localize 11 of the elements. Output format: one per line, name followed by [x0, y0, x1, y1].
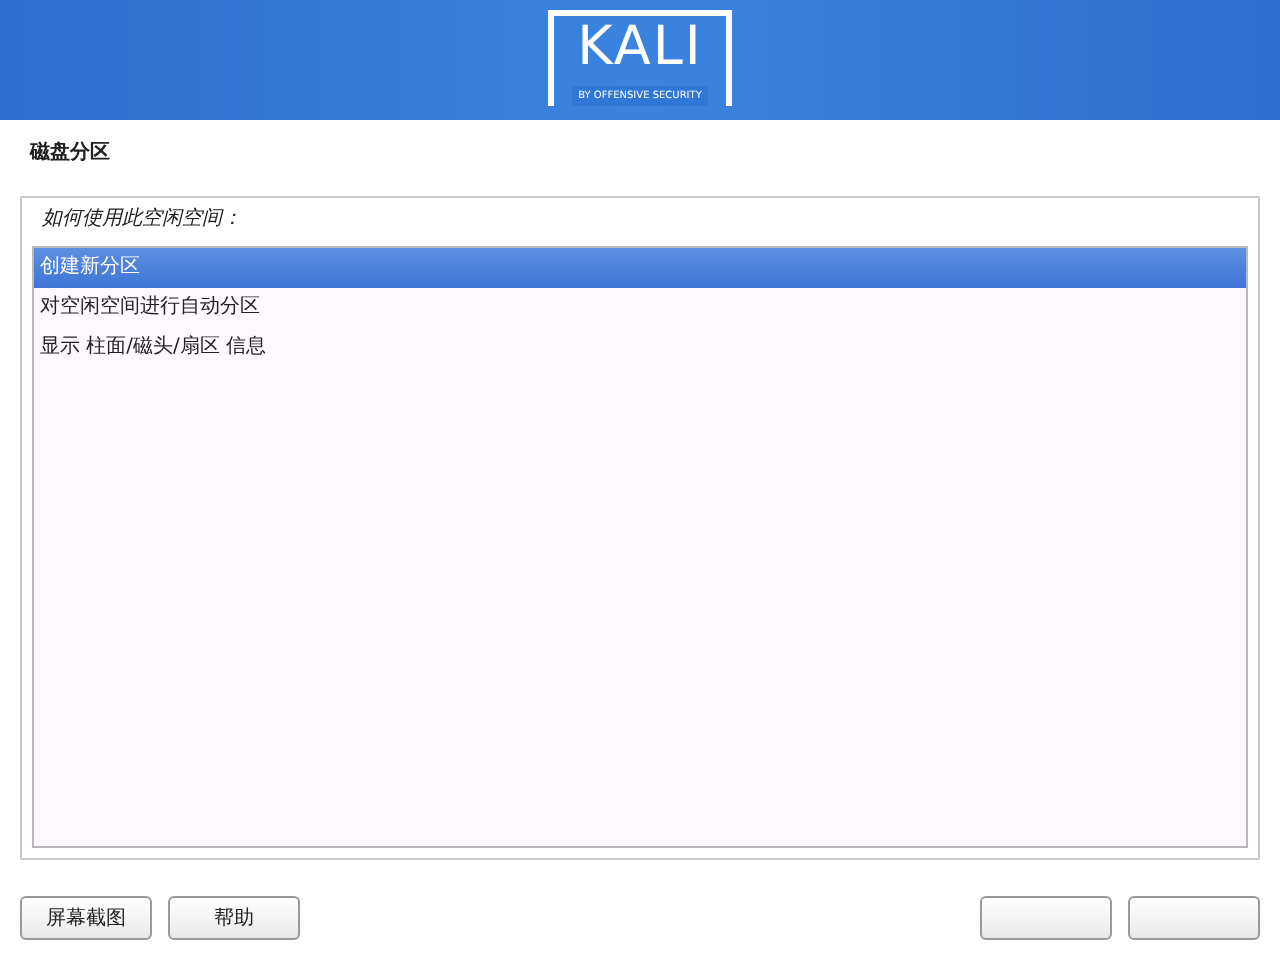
page-title: 磁盘分区 — [30, 140, 112, 168]
continue-button[interactable] — [1128, 896, 1260, 940]
logo-text: KALI — [577, 16, 703, 80]
list-item[interactable]: 显示 柱面/磁头/扇区 信息 — [34, 328, 1246, 368]
list-item[interactable]: 创建新分区 — [34, 248, 1246, 288]
list-item[interactable]: 对空闲空间进行自动分区 — [34, 288, 1246, 328]
dialog-button[interactable]: 屏幕截图 — [20, 896, 152, 940]
option-list[interactable]: 创建新分区 对空闲空间进行自动分区 显示 柱面/磁头/扇区 信息 — [32, 246, 1248, 848]
back-button[interactable] — [980, 896, 1112, 940]
question-label: 如何使用此空闲空间： — [40, 205, 244, 234]
dialog-button[interactable]: 帮助 — [168, 896, 300, 940]
